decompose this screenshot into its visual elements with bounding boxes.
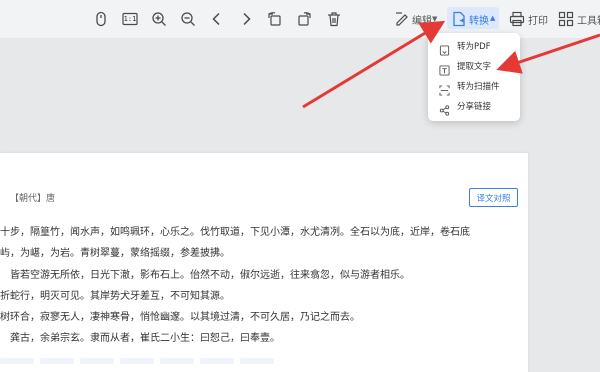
annotation-arrows xyxy=(302,20,600,109)
arrow-to-convert xyxy=(302,20,446,109)
arrow-to-extract-text xyxy=(496,33,600,74)
